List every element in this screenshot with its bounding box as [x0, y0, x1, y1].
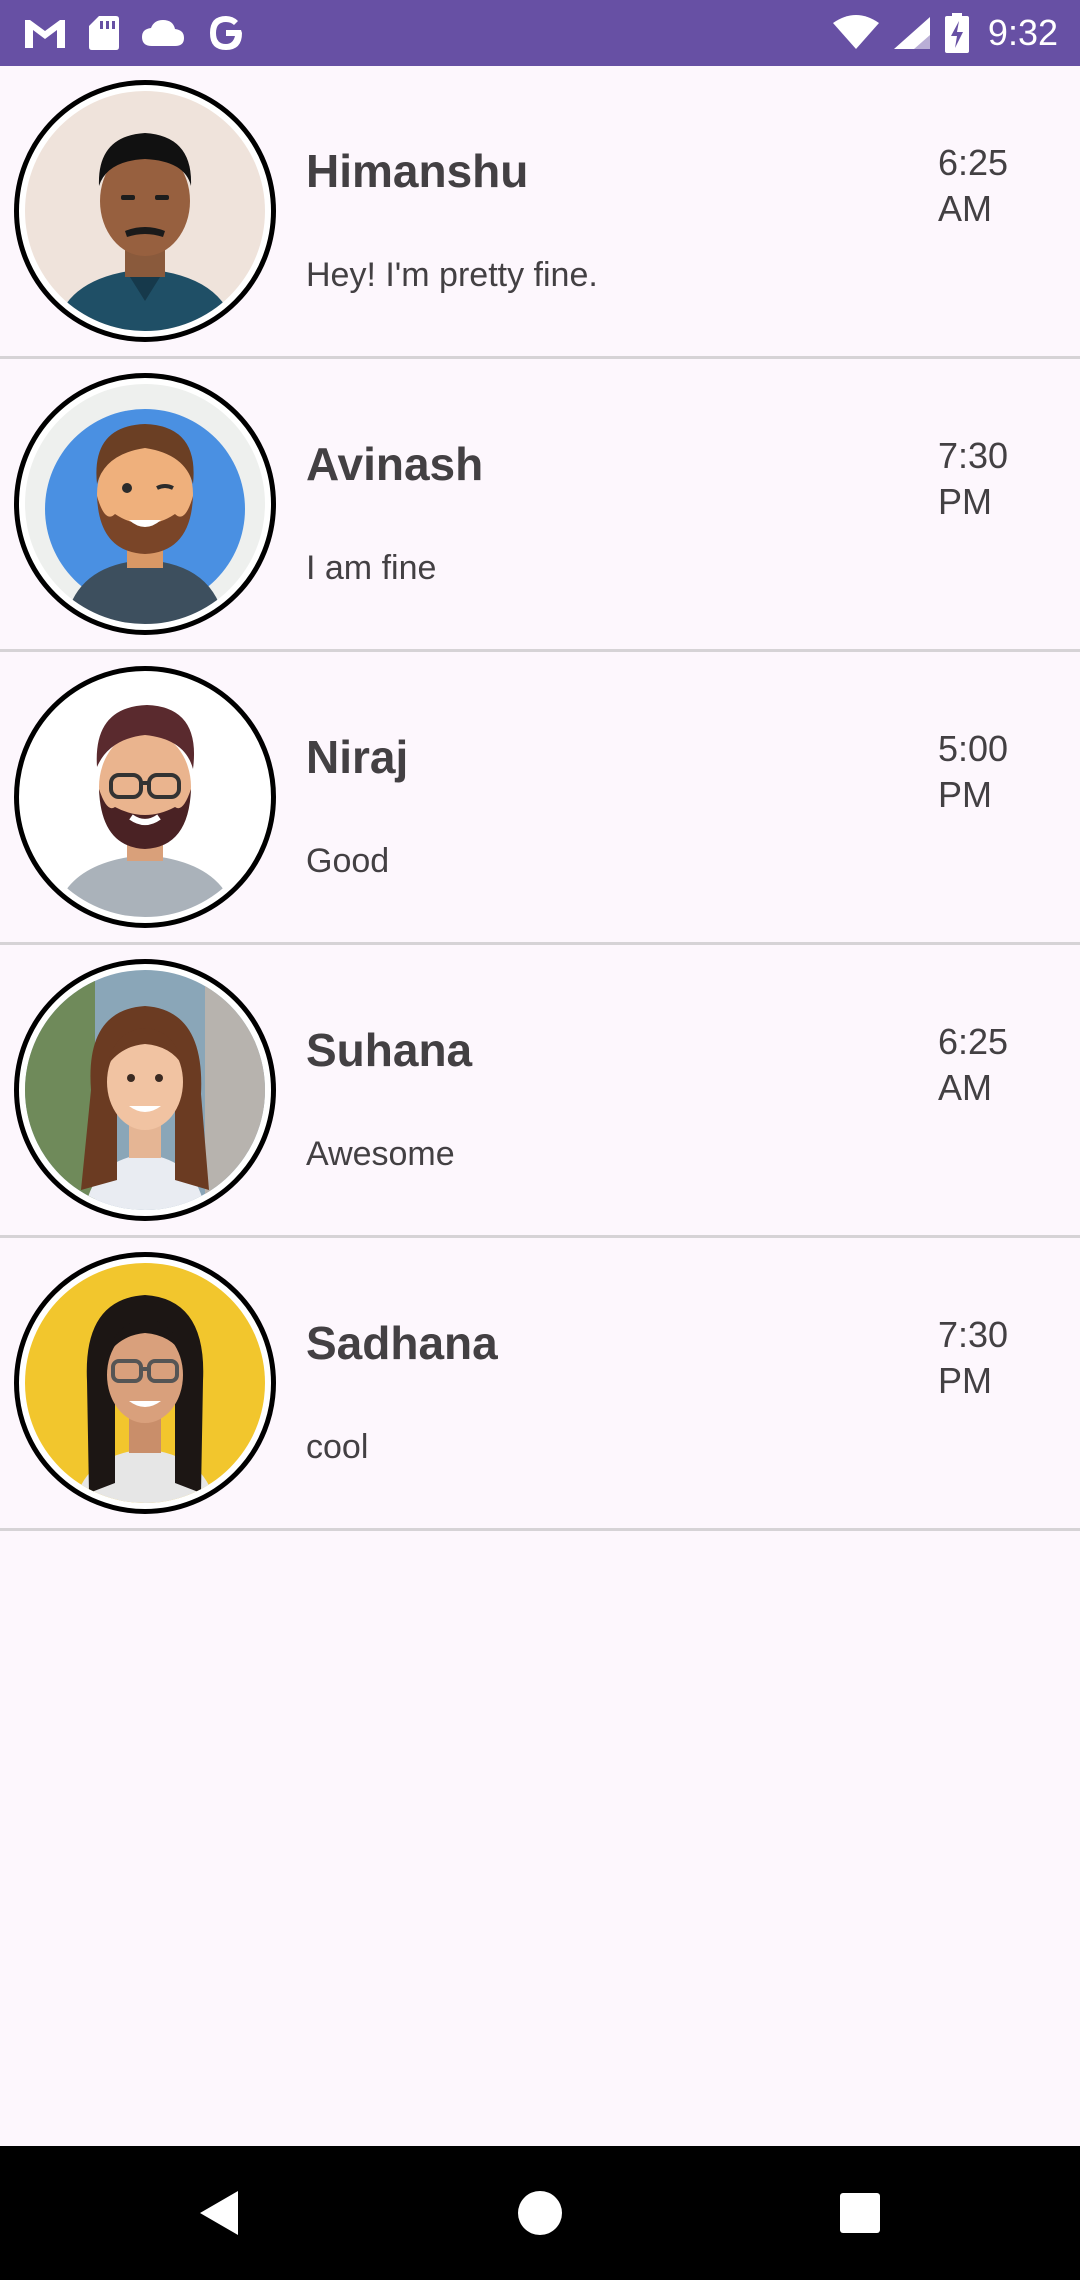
time-value: 7:30 — [938, 435, 1009, 476]
last-message: Hey! I'm pretty fine. — [306, 256, 598, 294]
last-message: I am fine — [306, 549, 437, 587]
sd-card-icon — [88, 14, 120, 52]
gmail-icon — [22, 16, 68, 50]
time-value: 7:30 — [938, 1314, 1009, 1355]
message-time: 7:30 PM — [938, 1312, 1058, 1404]
cartoon-avatar-glasses-man-icon — [25, 677, 265, 917]
time-period: AM — [938, 188, 992, 229]
avatar[interactable] — [14, 1252, 276, 1514]
cartoon-avatar-bearded-man-icon — [25, 384, 265, 624]
avatar[interactable] — [14, 959, 276, 1221]
time-period: AM — [938, 1067, 992, 1108]
contact-name: Niraj — [306, 731, 409, 783]
chat-row-himanshu[interactable]: Himanshu Hey! I'm pretty fine. 6:25 AM — [0, 66, 1080, 359]
navigation-bar — [0, 2146, 1080, 2280]
chat-row-avinash[interactable]: Avinash I am fine 7:30 PM — [0, 359, 1080, 652]
time-period: PM — [938, 481, 992, 522]
signal-icon — [892, 15, 932, 51]
last-message: Good — [306, 842, 390, 880]
contact-name: Himanshu — [306, 145, 529, 197]
message-time: 6:25 AM — [938, 1019, 1058, 1111]
message-time: 7:30 PM — [938, 433, 1058, 525]
home-icon — [518, 2191, 562, 2235]
back-icon — [200, 2191, 238, 2235]
avatar[interactable] — [14, 666, 276, 928]
chat-row-niraj[interactable]: Niraj Good 5:00 PM — [0, 652, 1080, 945]
system-status-icons: 9:32 — [832, 10, 1058, 56]
recents-button[interactable] — [800, 2146, 920, 2280]
contact-name: Sadhana — [306, 1317, 498, 1369]
time-value: 6:25 — [938, 1021, 1009, 1062]
recents-icon — [840, 2193, 880, 2233]
avatar[interactable] — [14, 373, 276, 635]
wifi-icon — [832, 15, 880, 51]
photo-avatar-woman-icon — [25, 970, 265, 1210]
contact-name: Avinash — [306, 438, 484, 490]
message-time: 5:00 PM — [938, 726, 1058, 818]
contact-name: Suhana — [306, 1024, 473, 1076]
clock: 9:32 — [987, 12, 1058, 53]
home-button[interactable] — [480, 2146, 600, 2280]
avatar[interactable] — [14, 80, 276, 342]
battery-charging-icon — [944, 12, 970, 54]
message-time: 6:25 AM — [938, 140, 1058, 232]
google-icon — [206, 13, 246, 53]
chat-list: Himanshu Hey! I'm pretty fine. 6:25 AM A… — [0, 66, 1080, 1531]
status-bar: 9:32 — [0, 0, 1080, 66]
back-button[interactable] — [160, 2146, 280, 2280]
time-period: PM — [938, 774, 992, 815]
chat-row-suhana[interactable]: Suhana Awesome 6:25 AM — [0, 945, 1080, 1238]
cloud-icon — [140, 18, 186, 48]
last-message: cool — [306, 1428, 369, 1466]
time-value: 5:00 — [938, 728, 1009, 769]
photo-avatar-woman-glasses-icon — [25, 1263, 265, 1503]
last-message: Awesome — [306, 1135, 455, 1173]
chat-row-sadhana[interactable]: Sadhana cool 7:30 PM — [0, 1238, 1080, 1531]
time-value: 6:25 — [938, 142, 1009, 183]
photo-avatar-man-icon — [25, 91, 265, 331]
time-period: PM — [938, 1360, 992, 1401]
notification-icons — [22, 10, 246, 56]
